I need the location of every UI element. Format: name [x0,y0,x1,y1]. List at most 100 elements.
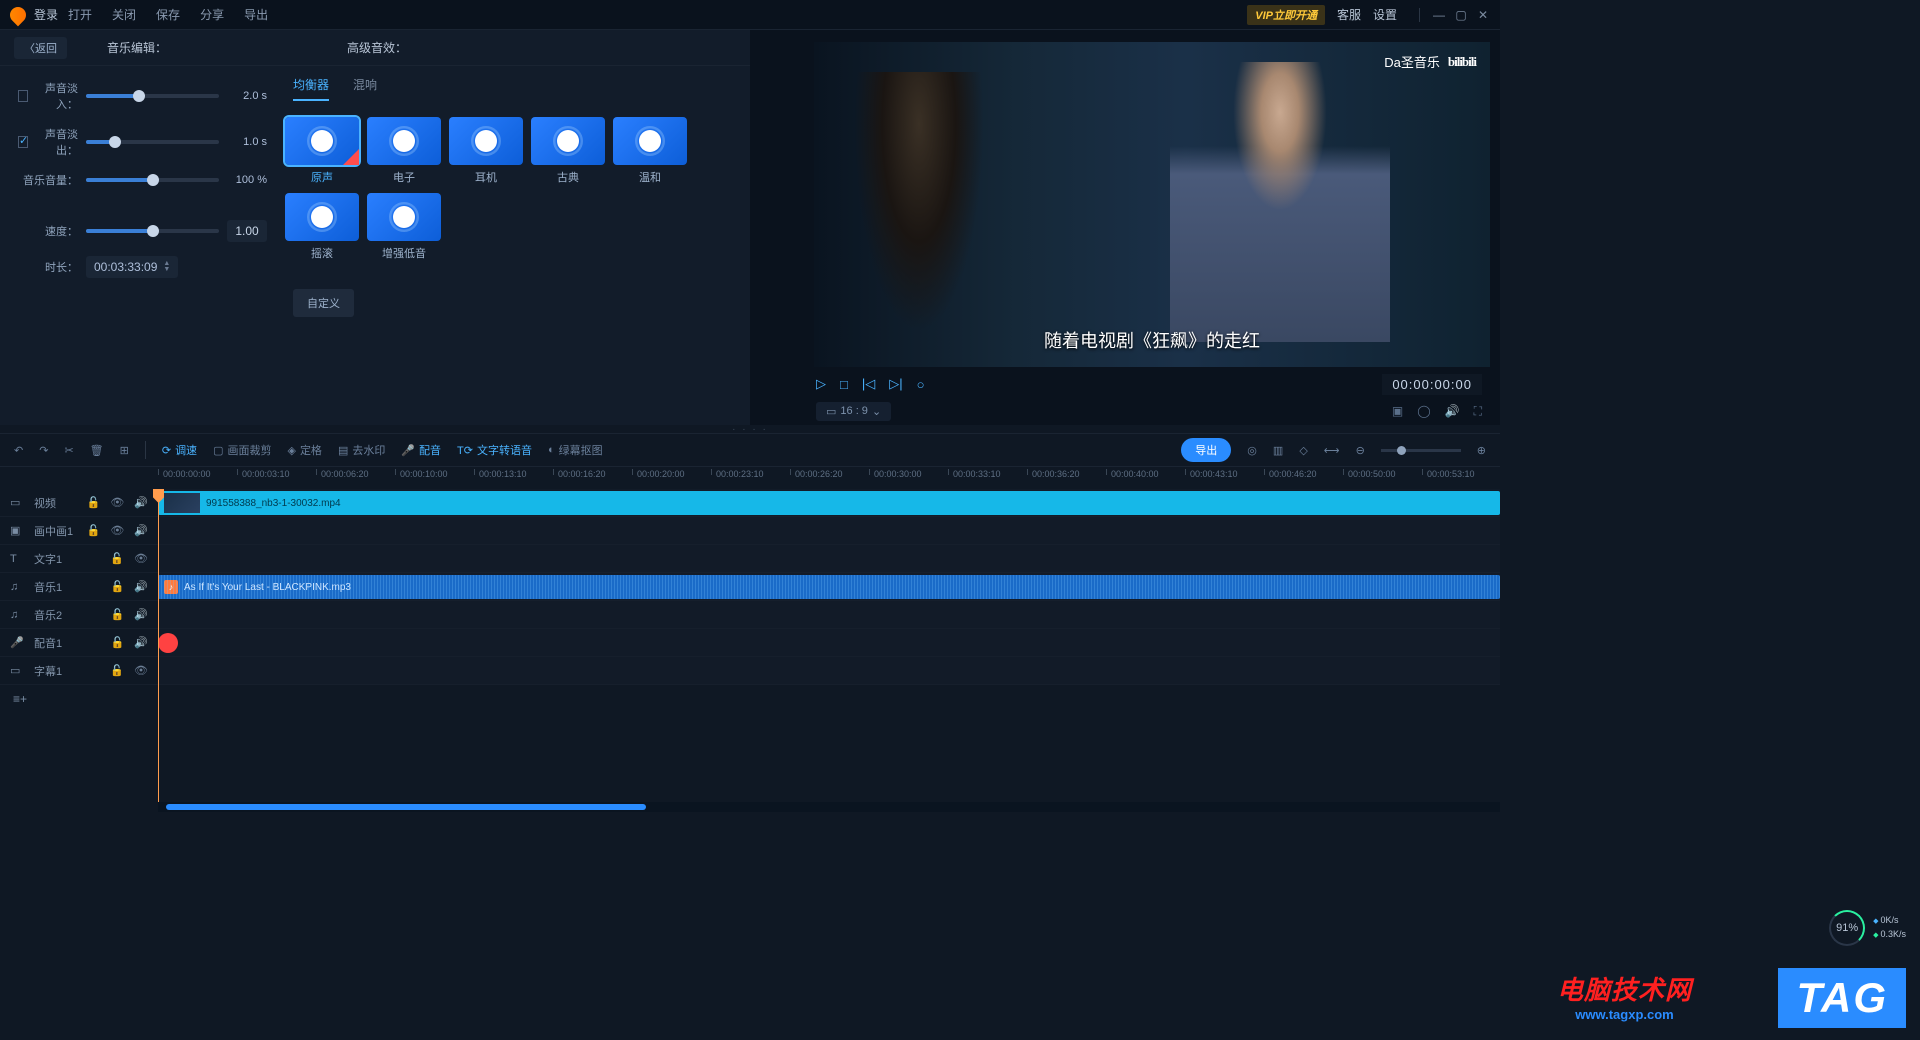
zoom-in-icon[interactable]: ⊕ [1477,444,1486,457]
lock-icon[interactable]: 🔓 [111,608,125,621]
menu-export[interactable]: 导出 [244,6,268,23]
tool-crop[interactable]: ▢ 画面裁剪 [213,442,271,458]
aspect-ratio-button[interactable]: ▭ 16 : 9 ⌄ [816,402,891,421]
eq-preset-mild[interactable]: 温和 [613,117,687,185]
duration-field[interactable]: 00:03:33:09 ▲▼ [86,256,178,278]
record-indicator-icon[interactable] [158,633,178,653]
timeline-toolbar: ↶ ↷ ✂ 🗑 ⊞ ⟳ 调速 ▢ 画面裁剪 ◈ 定格 ▤ 去水印 🎤 配音 T⟳… [0,433,1500,467]
pip-track-icon: ▣ [10,524,24,537]
tool-speed[interactable]: ⟳ 调速 [162,442,197,458]
lock-icon[interactable]: 🔓 [87,524,101,537]
tab-reverb[interactable]: 混响 [353,76,377,101]
fadein-label: 声音淡入： [32,80,78,112]
menu-save[interactable]: 保存 [156,6,180,23]
toolbar-icon-3[interactable]: ◇ [1299,444,1307,457]
login-button[interactable]: 登录 [34,6,58,23]
eye-icon[interactable]: 👁 [110,496,124,509]
music-edit-panel: 声音淡入： 2.0 s 声音淡出： 1.0 s 音乐音量： 100 % 速度： [0,66,285,425]
preview-video[interactable]: Da圣音乐 bilibili 随着电视剧《狂飙》的走红 [814,42,1490,367]
vip-button[interactable]: VIP立即开通 [1247,5,1325,25]
lock-icon[interactable]: 🔓 [110,552,124,565]
toolbar-icon-2[interactable]: ▥ [1273,444,1283,457]
close-icon[interactable]: ✕ [1476,8,1490,22]
lock-icon[interactable]: 🔓 [111,636,125,649]
fullscreen-icon[interactable]: ⛶ [1474,404,1482,419]
eye-icon[interactable]: 👁 [110,524,124,537]
speed-slider[interactable] [86,229,219,233]
tool-freeze[interactable]: ◈ 定格 [287,442,321,458]
zoom-out-icon[interactable]: ⊖ [1356,444,1365,457]
fadein-slider[interactable] [86,94,219,98]
eq-preset-original[interactable]: 原声 [285,117,359,185]
video-clip[interactable]: 991558388_nb3-1-30032.mp4 [158,491,1500,515]
tab-equalizer[interactable]: 均衡器 [293,76,329,101]
fadein-checkbox[interactable] [18,90,28,102]
track-label-music2: 音乐2 [34,607,62,623]
menu-share[interactable]: 分享 [200,6,224,23]
tool-greenscreen[interactable]: ◐ 绿幕抠图 [548,442,603,458]
eq-preset-classical[interactable]: 古典 [531,117,605,185]
settings-button[interactable]: 设置 [1373,6,1397,23]
back-button[interactable]: 〈返回 [14,37,67,59]
eq-preset-bass-boost[interactable]: 增强低音 [367,193,441,261]
delete-icon[interactable]: 🗑 [90,444,104,457]
tool-dub[interactable]: 🎤 配音 [401,442,441,458]
lock-icon[interactable]: 🔓 [110,664,124,677]
ruler-tick: 00:00:03:10 [237,469,290,475]
support-button[interactable]: 客服 [1337,6,1361,23]
mute-icon[interactable]: 🔊 [1445,404,1460,419]
camera-icon[interactable]: ◯ [1417,404,1430,419]
speaker-icon[interactable]: 🔊 [134,636,148,649]
maximize-icon[interactable]: ▢ [1454,8,1468,22]
speaker-icon[interactable]: 🔊 [134,524,148,537]
ruler-tick: 00:00:43:10 [1185,469,1238,475]
prev-frame-icon[interactable]: |◁ [862,376,875,392]
ruler-tick: 00:00:06:20 [316,469,369,475]
speaker-icon[interactable]: 🔊 [134,608,148,621]
crop-tool-icon[interactable]: ⊞ [120,444,129,457]
dub-track-icon: 🎤 [10,636,24,649]
ruler-tick: 00:00:33:10 [948,469,1001,475]
tool-tts[interactable]: T⟳ 文字转语音 [457,442,532,458]
ruler-tick: 00:00:10:00 [395,469,448,475]
next-frame-icon[interactable]: ▷| [889,376,902,392]
export-button[interactable]: 导出 [1181,438,1231,462]
track-label-video: 视频 [34,495,56,511]
fadeout-checkbox[interactable] [18,136,28,148]
undo-icon[interactable]: ↶ [14,444,23,457]
screenshot-icon[interactable]: ▣ [1392,404,1403,419]
stop-icon[interactable]: □ [840,377,848,392]
timeline-ruler[interactable]: 00:00:00:0000:00:03:1000:00:06:2000:00:1… [158,467,1500,489]
eye-icon[interactable]: 👁 [134,664,148,677]
playhead[interactable] [158,489,159,802]
speaker-icon[interactable]: 🔊 [134,580,148,593]
loop-icon[interactable]: ○ [917,377,925,392]
eq-custom-button[interactable]: 自定义 [293,289,354,317]
zoom-slider[interactable] [1381,449,1461,452]
tool-remove-watermark[interactable]: ▤ 去水印 [338,442,385,458]
eye-icon[interactable]: 👁 [134,552,148,565]
panel-resize-handle[interactable] [0,425,1500,433]
eq-preset-electronic[interactable]: 电子 [367,117,441,185]
add-track-icon[interactable]: ≡+ [8,692,32,706]
timeline-scrollbar[interactable] [158,802,1500,812]
menu-close[interactable]: 关闭 [112,6,136,23]
eq-preset-rock[interactable]: 摇滚 [285,193,359,261]
toolbar-icon-4[interactable]: ⟷ [1324,444,1340,457]
minimize-icon[interactable]: — [1432,8,1446,22]
redo-icon[interactable]: ↷ [39,444,48,457]
audio-clip[interactable]: ♪As If It's Your Last - BLACKPINK.mp3 [158,575,1500,599]
toolbar-icon-1[interactable]: ◎ [1247,444,1257,457]
ruler-tick: 00:00:23:10 [711,469,764,475]
track-label-subtitle: 字幕1 [34,663,62,679]
fadeout-slider[interactable] [86,140,219,144]
eq-preset-headphone[interactable]: 耳机 [449,117,523,185]
speaker-icon[interactable]: 🔊 [134,496,148,509]
menu-open[interactable]: 打开 [68,6,92,23]
lock-icon[interactable]: 🔓 [111,580,125,593]
duration-spinner[interactable]: ▲▼ [163,261,170,273]
cut-icon[interactable]: ✂ [64,444,73,457]
lock-icon[interactable]: 🔓 [87,496,101,509]
play-icon[interactable]: ▷ [816,376,826,392]
volume-slider[interactable] [86,178,219,182]
